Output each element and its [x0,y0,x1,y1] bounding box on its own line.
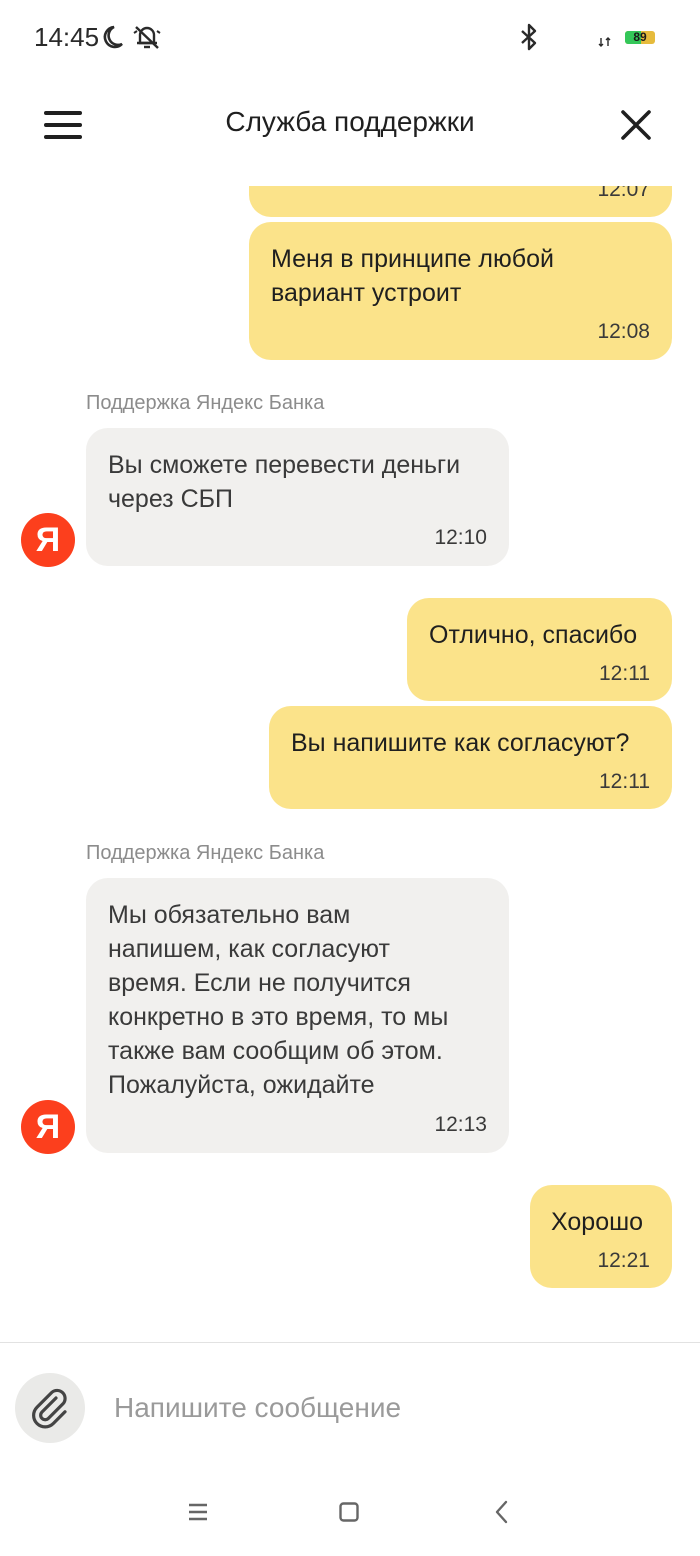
status-time: 14:45 [34,22,100,52]
message-time: 12:10 [434,526,487,549]
page-title: Служба поддержки [225,106,475,137]
avatar: Я [21,513,75,567]
message-text: Мы обязательно вам напишем, как согласую… [108,901,449,1099]
message-time: 12:08 [597,320,650,343]
recents-icon[interactable] [186,1498,210,1526]
paperclip-icon [32,1388,67,1429]
message-text: Меня в принципе любой вариант устроит [271,245,554,307]
composer-divider [0,1342,700,1343]
message-bubble: Вы сможете перевести деньги через СБП 12… [86,428,509,566]
home-icon[interactable] [337,1498,361,1526]
message-text: Отлично, спасибо [429,621,638,649]
message-time: 12:11 [599,662,650,685]
message-text: Хорошо [551,1208,644,1236]
back-icon[interactable] [490,1498,514,1526]
message-bubble: 12:07 [249,186,672,217]
message-time: 12:11 [599,770,650,793]
bluetooth-icon [521,23,537,51]
message-time: 12:13 [434,1113,487,1136]
message-bubble: Мы обязательно вам напишем, как согласую… [86,878,509,1153]
message-bubble: Меня в принципе любой вариант устроит 12… [249,222,672,360]
close-icon[interactable] [618,107,654,143]
attach-button[interactable] [15,1373,85,1443]
moon-icon [103,25,123,49]
avatar: Я [21,1100,75,1154]
message-input[interactable] [114,1386,674,1430]
battery-icon: 89 [625,31,655,44]
message-time: 12:21 [597,1249,650,1272]
message-bubble: Вы напишите как согласуют? 12:11 [269,706,672,809]
message-bubble: Хорошо 12:21 [530,1185,672,1288]
sender-name: Поддержка Яндекс Банка [86,392,325,414]
message-bubble: Отлично, спасибо 12:11 [407,598,672,701]
message-text: Вы сможете перевести деньги через СБП [108,451,461,513]
battery-level: 89 [633,31,647,44]
message-time: 12:07 [597,186,650,201]
sender-name: Поддержка Яндекс Банка [86,842,325,864]
bell-off-icon [133,26,161,49]
chat-area[interactable]: 12:07 Меня в принципе любой вариант устр… [0,186,700,1336]
message-text: Вы напишите как согласуют? [291,729,630,757]
signal-icon [598,37,611,47]
